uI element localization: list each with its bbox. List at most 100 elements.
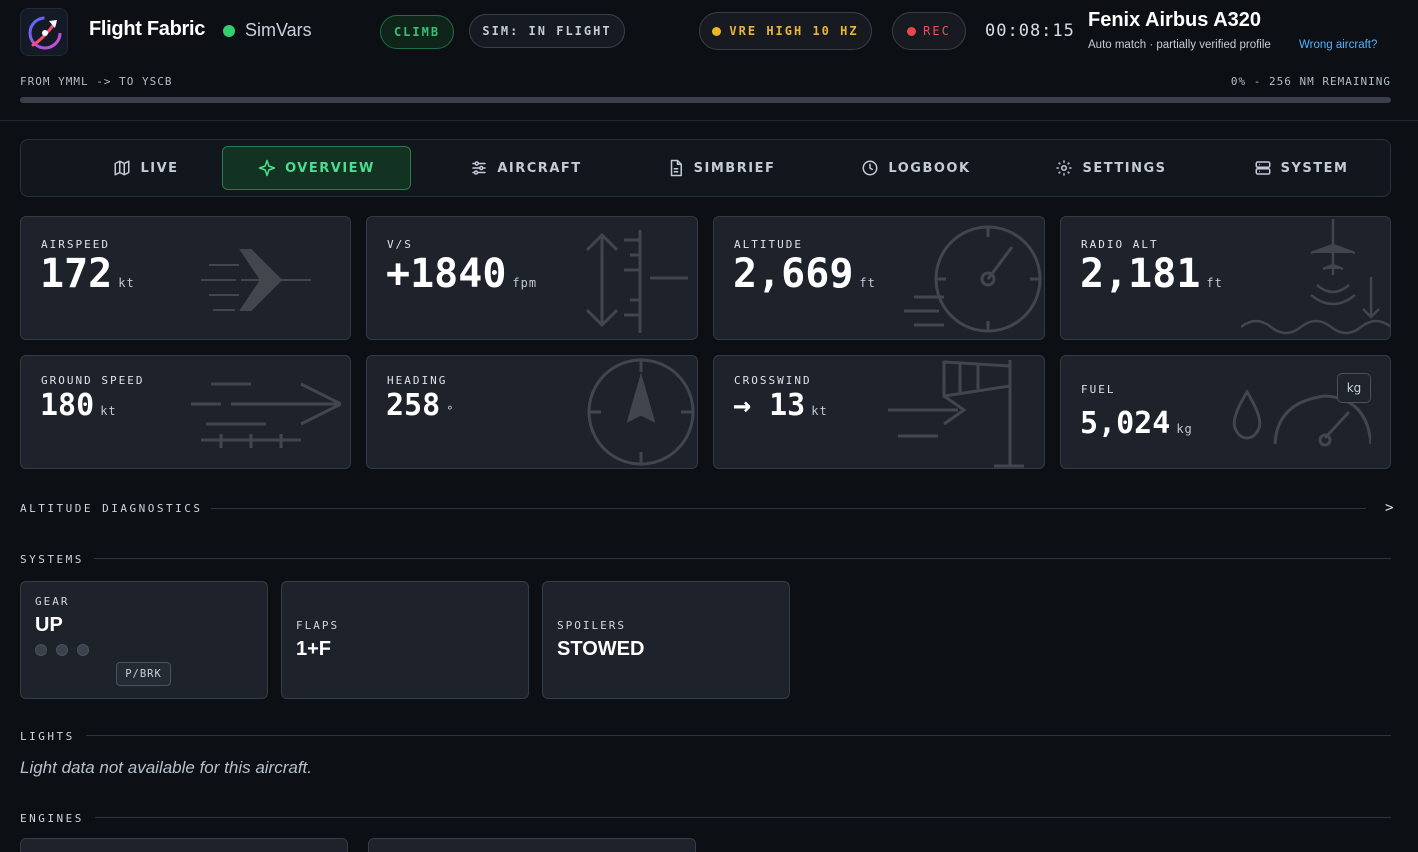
gear-icon [1056,160,1072,176]
tab-live-label: LIVE [140,160,179,176]
heading-label: HEADING [387,374,448,387]
ground-speed-value: 180 kt [40,388,117,423]
systems-section-title: SYSTEMS [20,553,84,566]
heading-value: 258 ° [386,388,454,423]
record-dot-icon [907,26,917,36]
airspeed-number: 172 [40,251,113,297]
fuel-value: 5,024 kg [1080,406,1193,441]
radio-alt-card: RADIO ALT 2,181 ft [1060,216,1391,340]
radio-alt-unit: ft [1206,276,1223,290]
altitude-value: 2,669 ft [733,251,876,297]
ground-speed-card: GROUND SPEED 180 kt [20,355,351,469]
crosswind-number: → 13 [733,388,806,423]
server-icon [1255,161,1271,175]
engines-section-title: ENGINES [20,812,84,825]
airplane-speed-icon [201,249,311,311]
crosswind-label: CROSSWIND [734,374,812,387]
airspeed-label: AIRSPEED [41,238,110,251]
altitude-unit: ft [859,276,876,290]
vs-number: +1840 [386,251,507,297]
tab-settings[interactable]: SETTINGS [1031,146,1191,190]
divider [86,735,1391,736]
altitude-label: ALTITUDE [734,238,803,251]
crosswind-value: → 13 kt [733,388,828,423]
app-title: Flight Fabric [89,18,206,40]
wrong-aircraft-link[interactable]: Wrong aircraft? [1299,39,1377,51]
heading-card: HEADING 258 ° [366,355,698,469]
crosswind-card: CROSSWIND → 13 kt [713,355,1045,469]
engine-card [20,838,348,852]
tab-settings-label: SETTINGS [1082,160,1167,176]
route-label: FROM YMML -> TO YSCB [20,75,173,88]
spoilers-value: STOWED [557,638,645,660]
ground-speed-label: GROUND SPEED [41,374,145,387]
divider [211,508,1366,509]
altitude-card: ALTITUDE 2,669 ft [713,216,1045,340]
tab-aircraft-label: AIRCRAFT [497,160,582,176]
fuel-unit: kg [1176,422,1193,436]
altitude-diagnostics-toggle[interactable]: ALTITUDE DIAGNOSTICS [20,502,202,515]
map-icon [114,160,130,176]
vertical-speed-card: V/S +1840 fpm [366,216,698,340]
lights-empty-message: Light data not available for this aircra… [20,758,312,777]
tab-overview-label: OVERVIEW [285,160,375,176]
radio-alt-value: 2,181 ft [1080,251,1223,297]
tab-aircraft[interactable]: AIRCRAFT [441,146,611,190]
sparkle-icon [258,159,276,177]
ground-speed-unit: kt [100,404,117,418]
top-header: Flight Fabric SimVars CLIMB SIM: IN FLIG… [0,0,1418,121]
aircraft-match-status: Auto match · partially verified profile [1088,39,1271,51]
tab-logbook[interactable]: LOGBOOK [831,146,1001,190]
ground-speed-number: 180 [40,388,95,423]
tab-live[interactable]: LIVE [71,146,221,190]
app-logo [20,8,68,56]
ground-speed-icon [191,382,341,448]
document-icon [670,159,682,177]
spoilers-card: SPOILERS STOWED [542,581,790,699]
windsock-icon [888,360,1024,468]
radio-alt-label: RADIO ALT [1081,238,1159,251]
vs-value: +1840 fpm [386,251,537,297]
engine-card [368,838,696,852]
radio-altimeter-icon [1241,219,1390,335]
heading-unit: ° [446,404,455,418]
tab-simbrief[interactable]: SIMBRIEF [641,146,801,190]
gear-indicator-right [77,644,89,656]
divider [95,817,1391,818]
altimeter-icon [904,225,1042,333]
flaps-label: FLAPS [296,619,340,632]
vre-status-label: VRE HIGH 10 HZ [729,24,859,38]
gear-indicator-nose [35,644,47,656]
flight-timer: 00:08:15 [985,21,1075,41]
flight-phase-badge: CLIMB [380,15,454,49]
aircraft-name: Fenix Airbus A320 [1088,9,1262,31]
vre-status-button[interactable]: VRE HIGH 10 HZ [699,12,872,50]
fuel-number: 5,024 [1080,406,1171,441]
record-button[interactable]: REC [892,12,966,50]
sim-status-badge: SIM: IN FLIGHT [469,14,625,48]
tab-simbrief-label: SIMBRIEF [693,160,776,176]
gear-indicator-left [56,644,68,656]
spoilers-label: SPOILERS [557,619,626,632]
gear-value: UP [35,614,63,636]
tab-system[interactable]: SYSTEM [1231,146,1371,190]
clock-icon [862,160,878,176]
route-progress-bar [20,97,1391,103]
vs-unit: fpm [512,276,538,290]
vre-status-dot [712,26,722,36]
flaps-value: 1+F [296,638,332,660]
divider [94,558,1391,559]
parking-brake-badge: P/BRK [116,662,171,686]
gear-label: GEAR [35,595,70,608]
main-tabs: LIVE OVERVIEW AIRCRAFT SIMBRIEF LOGBOOK … [20,139,1391,197]
tab-overview[interactable]: OVERVIEW [222,146,411,190]
fuel-card: FUEL 5,024 kg kg [1060,355,1391,469]
altitude-number: 2,669 [733,251,854,297]
fuel-unit-toggle[interactable]: kg [1337,373,1371,403]
airspeed-value: 172 kt [40,251,135,297]
connection-status-dot [223,25,235,37]
record-label: REC [923,24,951,38]
tab-logbook-label: LOGBOOK [888,160,971,176]
chevron-right-icon[interactable]: > [1385,500,1393,516]
vs-label: V/S [387,238,413,251]
